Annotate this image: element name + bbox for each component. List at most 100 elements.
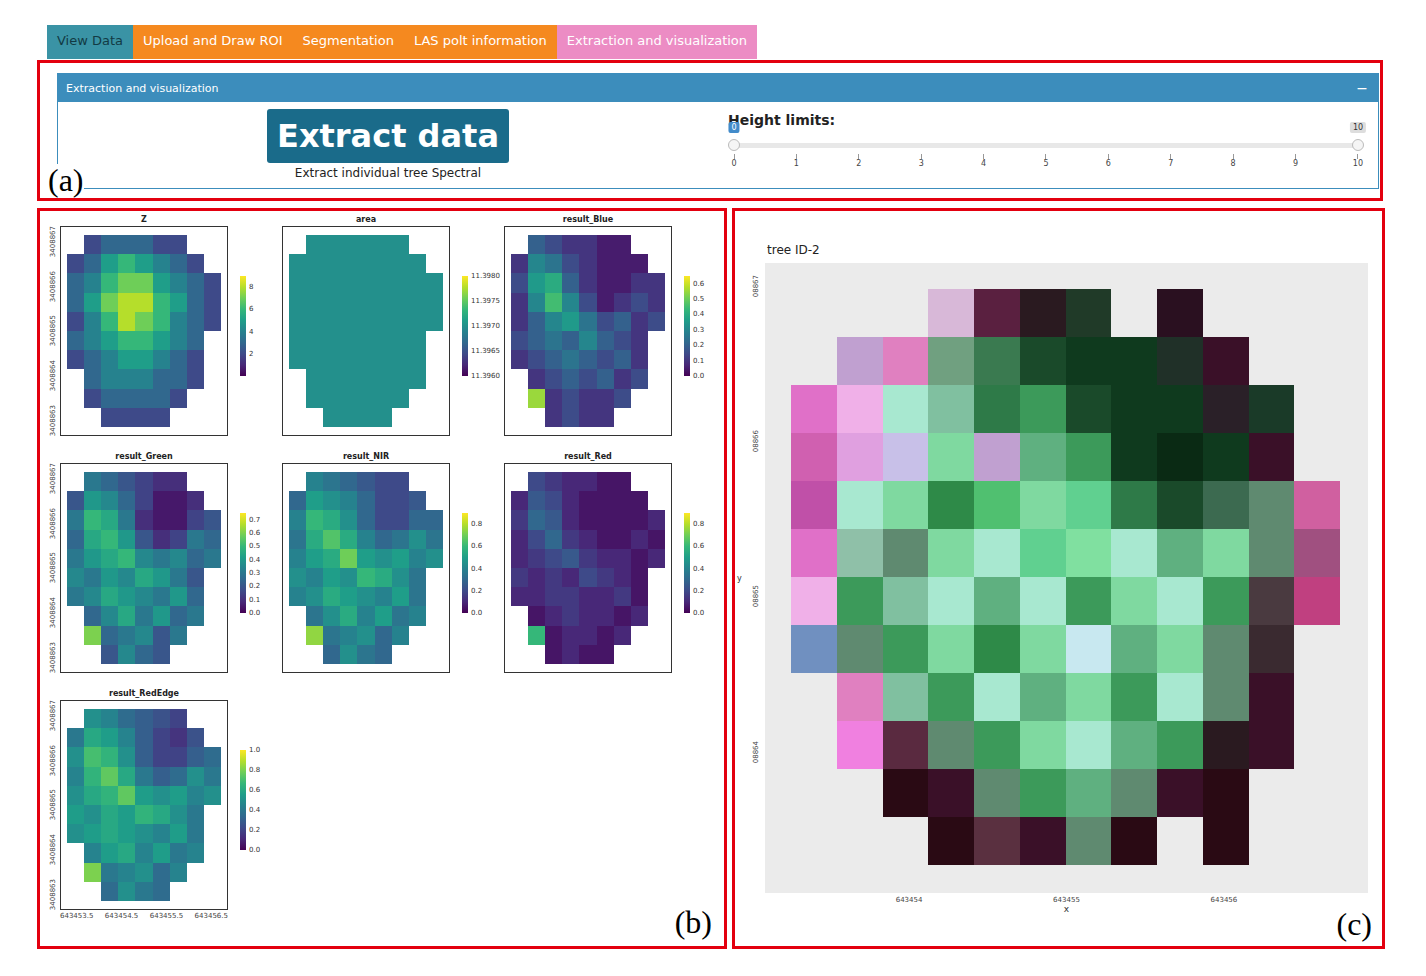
x-tick: 643454 — [896, 896, 923, 904]
tab[interactable]: Upload and Draw ROI — [133, 25, 292, 59]
raster-cell — [118, 510, 135, 529]
raster-cell — [1249, 817, 1295, 865]
raster-cell — [170, 824, 187, 843]
collapse-button[interactable]: − — [1356, 80, 1368, 96]
slider-handle[interactable] — [1352, 139, 1364, 151]
raster-cell — [306, 293, 323, 312]
raster-cell — [101, 350, 118, 369]
raster-cell — [579, 389, 596, 408]
raster-cell — [1249, 769, 1295, 817]
raster-cell — [511, 350, 528, 369]
raster-cell — [118, 408, 135, 427]
raster-cell — [289, 254, 306, 273]
raster-cell — [392, 389, 409, 408]
raster-cell — [974, 721, 1020, 769]
slider-tick: 1 — [790, 154, 802, 168]
raster-cell — [323, 312, 340, 331]
raster-cell — [153, 587, 170, 606]
raster-cell — [511, 568, 528, 587]
raster-cell — [1249, 337, 1295, 385]
tab[interactable]: Extraction and visualization — [557, 25, 757, 59]
tree-title: tree ID-2 — [767, 243, 1372, 257]
slider-tick: 0 — [728, 154, 740, 168]
raster-cell — [323, 645, 340, 664]
raster-cell — [84, 626, 101, 645]
tab[interactable]: Segmentation — [293, 25, 404, 59]
raster-cell — [187, 331, 204, 350]
slider-tick: 7 — [1165, 154, 1177, 168]
legend-tick: 11.3975 — [471, 297, 500, 305]
raster-cell — [614, 491, 631, 510]
raster-cell — [791, 721, 837, 769]
band-plot: Z340886734088663408865340886434088638642 — [46, 215, 268, 436]
raster-cell — [1066, 721, 1112, 769]
raster-cell — [340, 408, 357, 427]
raster-cell — [153, 786, 170, 805]
raster-cell — [974, 673, 1020, 721]
x-tick: 643456.5 — [195, 912, 228, 920]
raster-cell — [289, 568, 306, 587]
raster-cell — [357, 350, 374, 369]
raster-cell — [974, 337, 1020, 385]
y-axis: 34088673408866340886534088643408863 — [46, 463, 60, 673]
height-slider: Height limits:010012345678910 — [718, 102, 1378, 188]
raster-cell — [118, 312, 135, 331]
raster-cell — [1203, 817, 1249, 865]
raster-frame — [282, 463, 450, 673]
raster-cell — [101, 626, 118, 645]
raster-cell — [1020, 481, 1066, 529]
raster-cell — [648, 530, 665, 549]
raster-cell — [187, 709, 204, 728]
raster-cell — [579, 408, 596, 427]
raster-cell — [101, 786, 118, 805]
raster-cell — [392, 626, 409, 645]
raster-cell — [409, 350, 426, 369]
panel-header: Extraction and visualization− — [58, 74, 1378, 102]
raster-cell — [528, 472, 545, 491]
raster-cell — [170, 530, 187, 549]
raster-cell — [409, 606, 426, 625]
raster-cell — [375, 408, 392, 427]
raster — [511, 472, 665, 664]
band-plot: result_Red0.80.60.40.20.0 — [490, 452, 712, 673]
raster-cell — [67, 549, 84, 568]
raster-cell — [511, 510, 528, 529]
raster-cell — [1157, 577, 1203, 625]
extract-caption: Extract individual tree Spectral — [295, 166, 481, 180]
raster-cell — [597, 331, 614, 350]
raster-cell — [392, 350, 409, 369]
legend-tick: 0.4 — [249, 556, 260, 564]
raster — [67, 235, 221, 427]
raster-cell — [528, 549, 545, 568]
raster-cell — [614, 273, 631, 292]
tab[interactable]: LAS polt information — [404, 25, 557, 59]
raster-cell — [118, 882, 135, 901]
raster-cell — [528, 510, 545, 529]
raster-cell — [648, 626, 665, 645]
raster-cell — [614, 510, 631, 529]
raster-cell — [306, 254, 323, 273]
raster-cell — [289, 273, 306, 292]
raster-cell — [101, 491, 118, 510]
raster-cell — [306, 530, 323, 549]
raster-cell — [597, 293, 614, 312]
raster-cell — [187, 606, 204, 625]
raster-cell — [101, 805, 118, 824]
raster-cell — [426, 293, 443, 312]
raster-cell — [67, 606, 84, 625]
extract-button[interactable]: Extract data — [267, 109, 509, 163]
legend-tick: 0.0 — [249, 609, 260, 617]
tab[interactable]: View Data — [47, 25, 133, 59]
raster-cell — [375, 626, 392, 645]
raster-cell — [306, 389, 323, 408]
raster-cell — [511, 312, 528, 331]
raster-cell — [375, 293, 392, 312]
legend-tick: 0.0 — [471, 609, 482, 617]
raster — [67, 709, 221, 901]
raster-cell — [597, 606, 614, 625]
slider-handle[interactable] — [728, 139, 740, 151]
raster-cell — [528, 530, 545, 549]
raster-cell — [1203, 721, 1249, 769]
raster-cell — [883, 625, 929, 673]
slider-track-area[interactable]: 010 — [734, 128, 1358, 152]
